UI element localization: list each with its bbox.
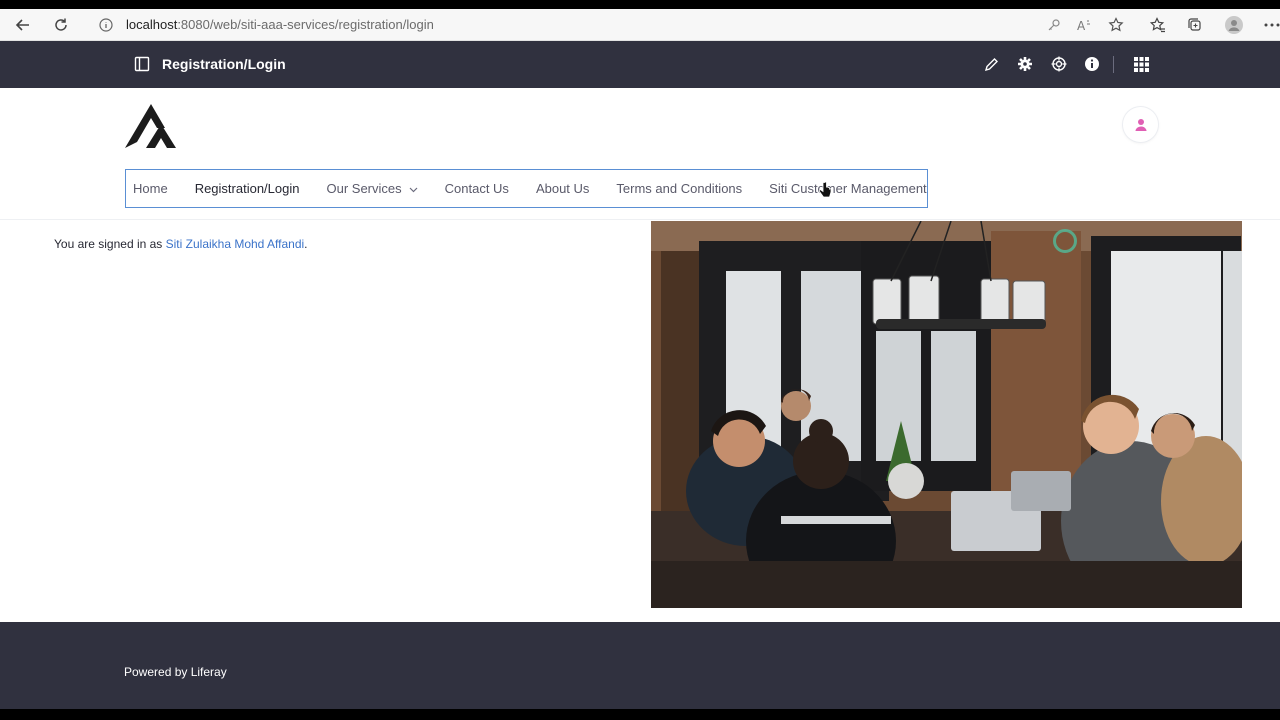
- signed-in-suffix: .: [304, 237, 308, 251]
- read-aloud-icon[interactable]: A: [1075, 15, 1095, 35]
- key-icon[interactable]: [1044, 15, 1064, 35]
- more-menu-icon[interactable]: [1262, 15, 1280, 35]
- page-content: Home Registration/Login Our Services Con…: [0, 88, 1280, 622]
- edit-pencil-icon[interactable]: [982, 55, 1000, 73]
- nav-item-registration-login[interactable]: Registration/Login: [195, 181, 300, 196]
- nav-item-home[interactable]: Home: [133, 181, 168, 196]
- site-info-icon[interactable]: [96, 15, 116, 35]
- main-navigation: Home Registration/Login Our Services Con…: [125, 169, 928, 208]
- configuration-gear-icon[interactable]: [1016, 55, 1034, 73]
- browser-toolbar: localhost:8080/web/siti-aaa-services/reg…: [0, 9, 1280, 41]
- nav-item-contact-us[interactable]: Contact Us: [445, 181, 509, 196]
- product-menu-toggle-icon[interactable]: [133, 55, 151, 73]
- control-bar-divider: [1113, 56, 1114, 73]
- bottom-letterbox: [0, 709, 1280, 720]
- user-icon: [1135, 118, 1146, 131]
- footer: Powered by Liferay: [0, 622, 1280, 709]
- team-meeting-photo: [651, 221, 1242, 608]
- collections-icon[interactable]: [1185, 15, 1205, 35]
- nav-item-terms-and-conditions[interactable]: Terms and Conditions: [616, 181, 742, 196]
- profile-avatar-icon[interactable]: [1224, 15, 1244, 35]
- nav-item-siti-customer-management[interactable]: Siti Customer Management: [769, 181, 927, 196]
- simulation-target-icon[interactable]: [1050, 55, 1068, 73]
- favorite-add-icon[interactable]: [1106, 15, 1126, 35]
- nav-item-about-us[interactable]: About Us: [536, 181, 589, 196]
- site-logo-icon[interactable]: [124, 102, 249, 150]
- user-avatar-button[interactable]: [1123, 107, 1158, 142]
- hand-cursor-icon: [818, 181, 832, 198]
- reload-icon[interactable]: [51, 15, 71, 35]
- signed-in-prefix: You are signed in as: [54, 237, 166, 251]
- top-letterbox: [0, 0, 1280, 9]
- chevron-down-icon: [409, 181, 418, 196]
- url-path: :8080/web/siti-aaa-services/registration…: [177, 17, 434, 32]
- svg-text:A: A: [1077, 19, 1086, 32]
- click-indicator-ring: [1053, 229, 1077, 253]
- page-title: Registration/Login: [162, 56, 286, 72]
- control-bar: Registration/Login: [0, 41, 1280, 88]
- header-divider: [0, 219, 1280, 220]
- signed-in-user-link[interactable]: Siti Zulaikha Mohd Affandi: [166, 237, 305, 251]
- address-bar[interactable]: localhost:8080/web/siti-aaa-services/reg…: [126, 17, 434, 32]
- signed-in-message: You are signed in as Siti Zulaikha Mohd …: [54, 237, 308, 251]
- info-icon[interactable]: [1083, 55, 1101, 73]
- powered-by-text: Powered by Liferay: [124, 665, 227, 679]
- nav-item-label: Our Services: [326, 181, 402, 196]
- nav-item-our-services[interactable]: Our Services: [326, 181, 418, 196]
- back-arrow-icon[interactable]: [13, 15, 33, 35]
- url-host: localhost: [126, 17, 178, 32]
- favorites-icon[interactable]: [1148, 15, 1168, 35]
- applications-grid-icon[interactable]: [1132, 55, 1150, 73]
